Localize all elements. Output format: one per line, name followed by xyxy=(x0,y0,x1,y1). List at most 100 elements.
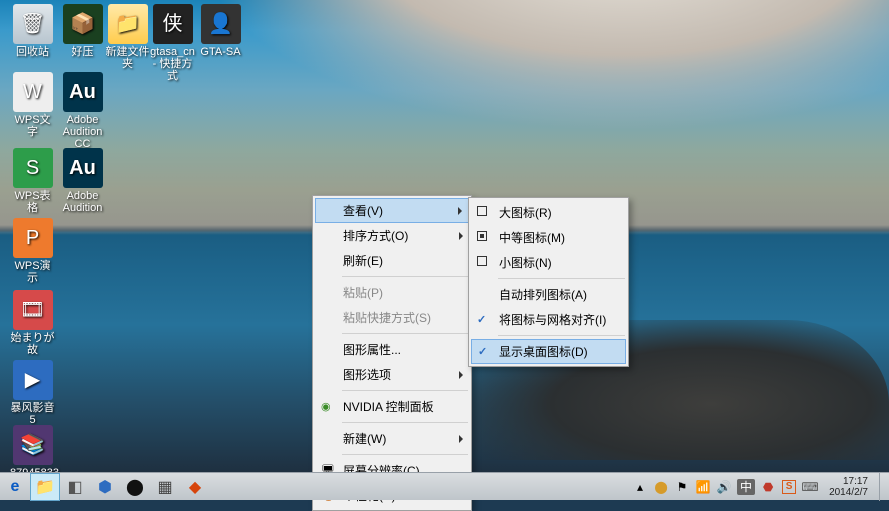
system-tray: ▴ ⬤ ⚑ 📶 🔊 中 ⬣ S ⌨ 17:17 2014/2/7 xyxy=(632,473,889,501)
taskbar-ie[interactable]: e xyxy=(0,473,30,501)
submenu-arrow-icon xyxy=(459,232,463,240)
menu-item-label: NVIDIA 控制面板 xyxy=(343,400,434,414)
icon-label: 新建文件夹 xyxy=(106,46,150,70)
submenu-show-desktop-icons[interactable]: 显示桌面图标(D) xyxy=(471,339,626,364)
radio-icon xyxy=(477,206,491,220)
icon-label: WPS文字 xyxy=(14,114,50,138)
menu-item-label: 排序方式(O) xyxy=(343,229,408,243)
menu-new[interactable]: 新建(W) xyxy=(315,426,469,451)
taskbar-app-3[interactable]: ▦ xyxy=(150,473,180,501)
ime-label: 中 xyxy=(740,478,752,495)
check-icon xyxy=(477,313,491,327)
icon-haozip[interactable]: 📦 好压 xyxy=(60,4,105,58)
taskbar-app-2[interactable]: ⬢ xyxy=(90,473,120,501)
icon-wps-writer[interactable]: W WPS文字 xyxy=(10,72,55,138)
icon-label: 始まりが故 xyxy=(11,332,55,356)
taskbar-hp[interactable]: ⬤ xyxy=(120,473,150,501)
desktop-context-menu: 查看(V) 大图标(R) 中等图标(M) 小图标(N) 自动排列图标(A) 将 xyxy=(312,195,472,511)
tray-keyboard-icon[interactable]: ⌨ xyxy=(802,479,818,495)
icon-label: gtasa_cn - 快捷方式 xyxy=(150,46,195,82)
menu-view[interactable]: 查看(V) 大图标(R) 中等图标(M) 小图标(N) 自动排列图标(A) 将 xyxy=(315,198,469,223)
icon-video-file[interactable]: 🎞 始まりが故 xyxy=(10,290,55,356)
menu-separator xyxy=(498,335,625,336)
menu-item-label: 刷新(E) xyxy=(343,254,383,268)
tray-volume-icon[interactable]: 🔊 xyxy=(716,479,732,495)
menu-item-label: 大图标(R) xyxy=(499,206,552,220)
video-icon: 🎞 xyxy=(13,290,53,330)
menu-item-label: 小图标(N) xyxy=(499,256,552,270)
icon-gtasa-cn[interactable]: 侠 gtasa_cn - 快捷方式 xyxy=(150,4,195,82)
menu-graphics-properties[interactable]: 图形属性... xyxy=(315,337,469,362)
view-submenu: 大图标(R) 中等图标(M) 小图标(N) 自动排列图标(A) 将图标与网格对齐… xyxy=(468,197,629,367)
submenu-small-icons[interactable]: 小图标(N) xyxy=(471,250,626,275)
icon-audition-cc[interactable]: Au Adobe Audition CC xyxy=(60,72,105,150)
menu-separator xyxy=(342,454,468,455)
icon-gta-sa[interactable]: 👤 GTA-SA xyxy=(198,4,243,58)
icon-baofeng[interactable]: ▶ 暴风影音5 xyxy=(10,360,55,426)
tray-flag-icon[interactable]: ⚑ xyxy=(674,479,690,495)
icon-rar-file[interactable]: 📚 87945833... xyxy=(10,425,55,479)
submenu-arrow-icon xyxy=(459,371,463,379)
audition-icon: Au xyxy=(63,72,103,112)
tray-overflow-icon[interactable]: ▴ xyxy=(632,479,648,495)
recycle-bin-icon: 🗑 xyxy=(13,4,53,44)
wps-writer-icon: W xyxy=(13,72,53,112)
icon-label: 回收站 xyxy=(16,46,49,58)
taskbar: e 📁 ◧ ⬢ ⬤ ▦ ◆ ▴ ⬤ ⚑ 📶 🔊 中 ⬣ S ⌨ 17:17 20… xyxy=(0,472,889,500)
menu-nvidia-control-panel[interactable]: ◉ NVIDIA 控制面板 xyxy=(315,394,469,419)
menu-paste: 粘贴(P) xyxy=(315,280,469,305)
menu-item-label: 中等图标(M) xyxy=(499,231,565,245)
radio-icon xyxy=(477,231,491,245)
icon-label: WPS表格 xyxy=(14,190,50,214)
menu-separator xyxy=(342,276,468,277)
submenu-large-icons[interactable]: 大图标(R) xyxy=(471,200,626,225)
taskbar-app-4[interactable]: ◆ xyxy=(180,473,210,501)
icon-label: 暴风影音5 xyxy=(11,402,55,426)
menu-item-label: 图形属性... xyxy=(343,343,401,357)
tray-shield-icon[interactable]: ⬤ xyxy=(653,479,669,495)
storm-player-icon: ▶ xyxy=(13,360,53,400)
menu-item-label: 自动排列图标(A) xyxy=(499,288,587,302)
icon-recycle-bin[interactable]: 🗑 回收站 xyxy=(10,4,55,58)
menu-refresh[interactable]: 刷新(E) xyxy=(315,248,469,273)
menu-sort-by[interactable]: 排序方式(O) xyxy=(315,223,469,248)
taskbar-app-1[interactable]: ◧ xyxy=(60,473,90,501)
menu-separator xyxy=(498,278,625,279)
tray-network-icon[interactable]: 📶 xyxy=(695,479,711,495)
menu-item-label: 粘贴快捷方式(S) xyxy=(343,311,431,325)
icon-audition[interactable]: Au Adobe Audition xyxy=(60,148,105,214)
menu-item-label: 显示桌面图标(D) xyxy=(499,345,588,359)
check-icon xyxy=(478,345,492,359)
audition-icon: Au xyxy=(63,148,103,188)
menu-item-label: 查看(V) xyxy=(343,204,383,218)
tray-plug-icon[interactable]: ⬣ xyxy=(760,479,776,495)
icon-wps-spreadsheet[interactable]: S WPS表格 xyxy=(10,148,55,214)
taskbar-clock[interactable]: 17:17 2014/2/7 xyxy=(823,476,874,498)
menu-graphics-options[interactable]: 图形选项 xyxy=(315,362,469,387)
clock-time: 17:17 xyxy=(829,476,868,487)
submenu-align-to-grid[interactable]: 将图标与网格对齐(I) xyxy=(471,307,626,332)
wps-presentation-icon: P xyxy=(13,218,53,258)
game-icon: 👤 xyxy=(201,4,241,44)
menu-separator xyxy=(342,422,468,423)
archive-icon: 📚 xyxy=(13,425,53,465)
archive-icon: 📦 xyxy=(63,4,103,44)
radio-icon xyxy=(477,256,491,270)
taskbar-file-explorer[interactable]: 📁 xyxy=(30,473,60,501)
tray-sogou-icon[interactable]: S xyxy=(781,479,797,495)
menu-item-label: 粘贴(P) xyxy=(343,286,383,300)
submenu-medium-icons[interactable]: 中等图标(M) xyxy=(471,225,626,250)
submenu-arrow-icon xyxy=(458,207,462,215)
ime-indicator[interactable]: 中 xyxy=(737,479,755,495)
show-desktop-button[interactable] xyxy=(879,473,887,501)
nvidia-icon: ◉ xyxy=(321,400,335,414)
icon-label: GTA-SA xyxy=(200,46,240,58)
submenu-arrow-icon xyxy=(459,435,463,443)
menu-item-label: 新建(W) xyxy=(343,432,386,446)
icon-new-folder[interactable]: 📁 新建文件夹 xyxy=(105,4,150,70)
icon-wps-presentation[interactable]: P WPS演示 xyxy=(10,218,55,284)
menu-item-label: 图形选项 xyxy=(343,368,391,382)
menu-paste-shortcut: 粘贴快捷方式(S) xyxy=(315,305,469,330)
submenu-auto-arrange[interactable]: 自动排列图标(A) xyxy=(471,282,626,307)
menu-item-label: 将图标与网格对齐(I) xyxy=(499,313,606,327)
